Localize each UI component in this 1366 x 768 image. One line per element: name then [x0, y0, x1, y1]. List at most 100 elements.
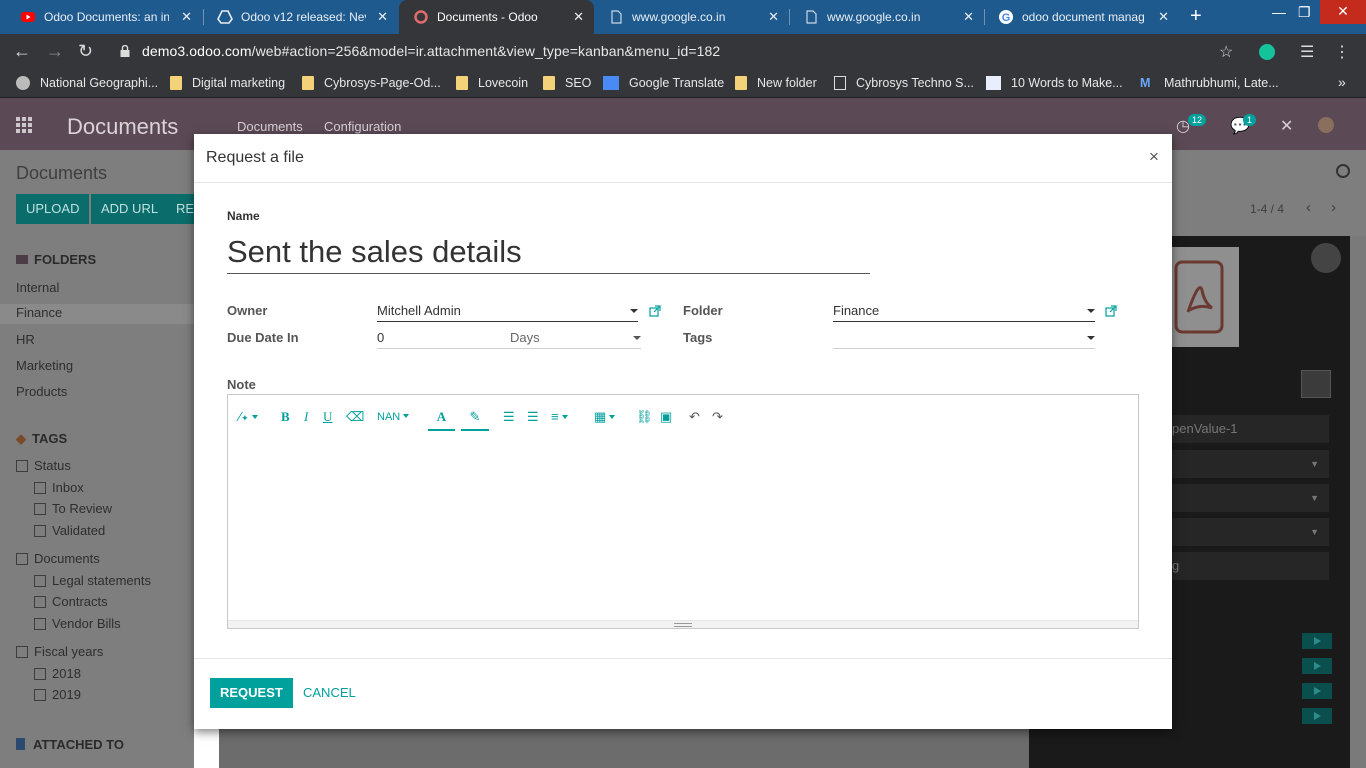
checkbox[interactable] [34, 668, 46, 680]
bookmark-item[interactable]: Google Translate [603, 76, 724, 90]
forward-icon[interactable]: → [46, 41, 64, 62]
request-document-button[interactable]: RE [166, 194, 194, 224]
window-close-icon[interactable]: ✕ [1320, 0, 1366, 24]
inspector-select[interactable]: ▼ [1172, 450, 1329, 478]
tag-group-fiscal-years[interactable]: Fiscal years [16, 644, 103, 659]
tag-group-documents[interactable]: Documents [16, 551, 100, 566]
browser-tab[interactable]: G odoo document manag ✕ [984, 0, 1179, 34]
tab-close-icon[interactable]: ✕ [768, 9, 779, 25]
redo-icon[interactable]: ↷ [712, 409, 723, 425]
checkbox[interactable] [34, 618, 46, 630]
folder-item-hr[interactable]: HR [16, 332, 35, 347]
link-icon[interactable]: ⛓ [636, 409, 653, 425]
tag-item-legal-statements[interactable]: Legal statements [34, 573, 151, 588]
italic-button[interactable]: I [304, 409, 308, 425]
bookmark-item[interactable]: SEO [543, 76, 591, 90]
inspector-select[interactable]: ▼ [1172, 518, 1329, 546]
browser-tab[interactable]: Odoo v12 released: Nev ✕ [203, 0, 398, 34]
tag-item-to-review[interactable]: To Review [34, 501, 112, 516]
upload-button[interactable]: UPLOAD [16, 194, 90, 224]
close-icon[interactable]: × [1149, 147, 1159, 167]
tab-close-icon[interactable]: ✕ [573, 9, 584, 25]
checkbox[interactable] [34, 525, 46, 537]
due-date-input[interactable]: 0 [377, 327, 507, 349]
menu-documents[interactable]: Documents [237, 119, 303, 134]
new-tab-icon[interactable]: + [1190, 5, 1202, 28]
checkbox[interactable] [34, 503, 46, 515]
bold-button[interactable]: B [281, 409, 290, 425]
bookmark-item[interactable]: M Mathrubhumi, Late... [1140, 76, 1279, 90]
bookmark-item[interactable]: Cybrosys Techno S... [834, 76, 974, 90]
tag-item-2019[interactable]: 2019 [34, 687, 81, 702]
style-wand-icon[interactable]: ⁄✦ [239, 409, 258, 424]
eraser-icon[interactable]: ⌫ [346, 409, 364, 425]
browser-tab[interactable]: Odoo Documents: an in ✕ [6, 0, 202, 34]
highlight-brush-icon[interactable]: ✎ [461, 409, 489, 431]
avatar[interactable] [1318, 117, 1334, 133]
image-icon[interactable]: ▣ [660, 409, 672, 425]
minimize-icon[interactable]: — [1272, 4, 1286, 20]
bookmark-star-icon[interactable]: ☆ [1219, 42, 1233, 62]
folder-item-marketing[interactable]: Marketing [16, 358, 73, 373]
tag-item-vendor-bills[interactable]: Vendor Bills [34, 616, 121, 631]
folder-item-internal[interactable]: Internal [16, 280, 59, 295]
tab-close-icon[interactable]: ✕ [377, 9, 388, 25]
rule-play-button[interactable] [1302, 683, 1332, 699]
tab-close-icon[interactable]: ✕ [963, 9, 974, 25]
cancel-button[interactable]: CANCEL [303, 678, 356, 708]
menu-icon[interactable]: ⋮ [1334, 42, 1350, 62]
name-input[interactable] [227, 230, 870, 274]
pager-next-icon[interactable]: › [1331, 199, 1336, 216]
checkbox[interactable] [16, 646, 28, 658]
tag-item-contracts[interactable]: Contracts [34, 594, 108, 609]
folder-item-finance[interactable]: Finance [0, 304, 194, 324]
chatter-icon[interactable] [1311, 243, 1341, 273]
grammarly-icon[interactable] [1259, 44, 1275, 60]
folder-item-products[interactable]: Products [16, 384, 67, 399]
owner-select[interactable]: Mitchell Admin [377, 300, 638, 322]
undo-icon[interactable]: ↶ [689, 409, 700, 425]
menu-configuration[interactable]: Configuration [324, 119, 401, 134]
browser-tab-active[interactable]: Documents - Odoo ✕ [399, 0, 594, 34]
note-editor-area[interactable] [228, 437, 1138, 620]
browser-tab[interactable]: www.google.co.in ✕ [594, 0, 789, 34]
rule-play-button[interactable] [1302, 658, 1332, 674]
checkbox[interactable] [34, 482, 46, 494]
tags-input[interactable]: g [1172, 552, 1329, 580]
document-name-field[interactable]: penValue-1 [1172, 415, 1329, 443]
browser-tab[interactable]: www.google.co.in ✕ [789, 0, 984, 34]
search-icon[interactable] [1336, 164, 1350, 178]
back-icon[interactable]: ← [13, 41, 31, 62]
tags-select[interactable] [833, 327, 1095, 349]
table-icon[interactable]: ▦ [594, 409, 616, 425]
tag-group-status[interactable]: Status [16, 458, 71, 473]
scrollbar[interactable] [1350, 236, 1366, 768]
add-url-button[interactable]: ADD URL [91, 194, 169, 224]
tab-close-icon[interactable]: ✕ [1158, 9, 1169, 25]
pager-previous-icon[interactable]: ‹ [1306, 199, 1311, 216]
reload-icon[interactable]: ↻ [78, 41, 93, 62]
bookmarks-overflow-icon[interactable]: » [1338, 74, 1346, 90]
apps-grid-icon[interactable] [16, 117, 34, 133]
tag-item-2018[interactable]: 2018 [34, 666, 81, 681]
tab-close-icon[interactable]: ✕ [181, 9, 192, 25]
bookmark-item[interactable]: New folder [735, 76, 817, 90]
editor-resize-handle[interactable] [228, 620, 1138, 628]
archive-icon[interactable] [1301, 370, 1331, 398]
bullet-list-icon[interactable]: ☰ [503, 409, 515, 425]
rule-play-button[interactable] [1302, 708, 1332, 724]
restore-icon[interactable]: ❐ [1298, 4, 1311, 21]
address-bar[interactable]: demo3.odoo.com/web#action=256&model=ir.a… [142, 43, 720, 59]
bookmark-item[interactable]: 10 Words to Make... [986, 76, 1123, 90]
folder-select[interactable]: Finance [833, 300, 1095, 322]
rule-play-button[interactable] [1302, 633, 1332, 649]
underline-button[interactable]: U [323, 409, 332, 425]
bookmark-item[interactable]: Cybrosys-Page-Od... [302, 76, 441, 90]
checkbox[interactable] [16, 460, 28, 472]
extension-icon[interactable]: ☰ [1300, 42, 1314, 62]
external-link-icon[interactable] [1105, 305, 1117, 317]
request-button[interactable]: REQUEST [210, 678, 293, 708]
external-link-icon[interactable] [649, 305, 661, 317]
checkbox[interactable] [34, 596, 46, 608]
checkbox[interactable] [34, 575, 46, 587]
